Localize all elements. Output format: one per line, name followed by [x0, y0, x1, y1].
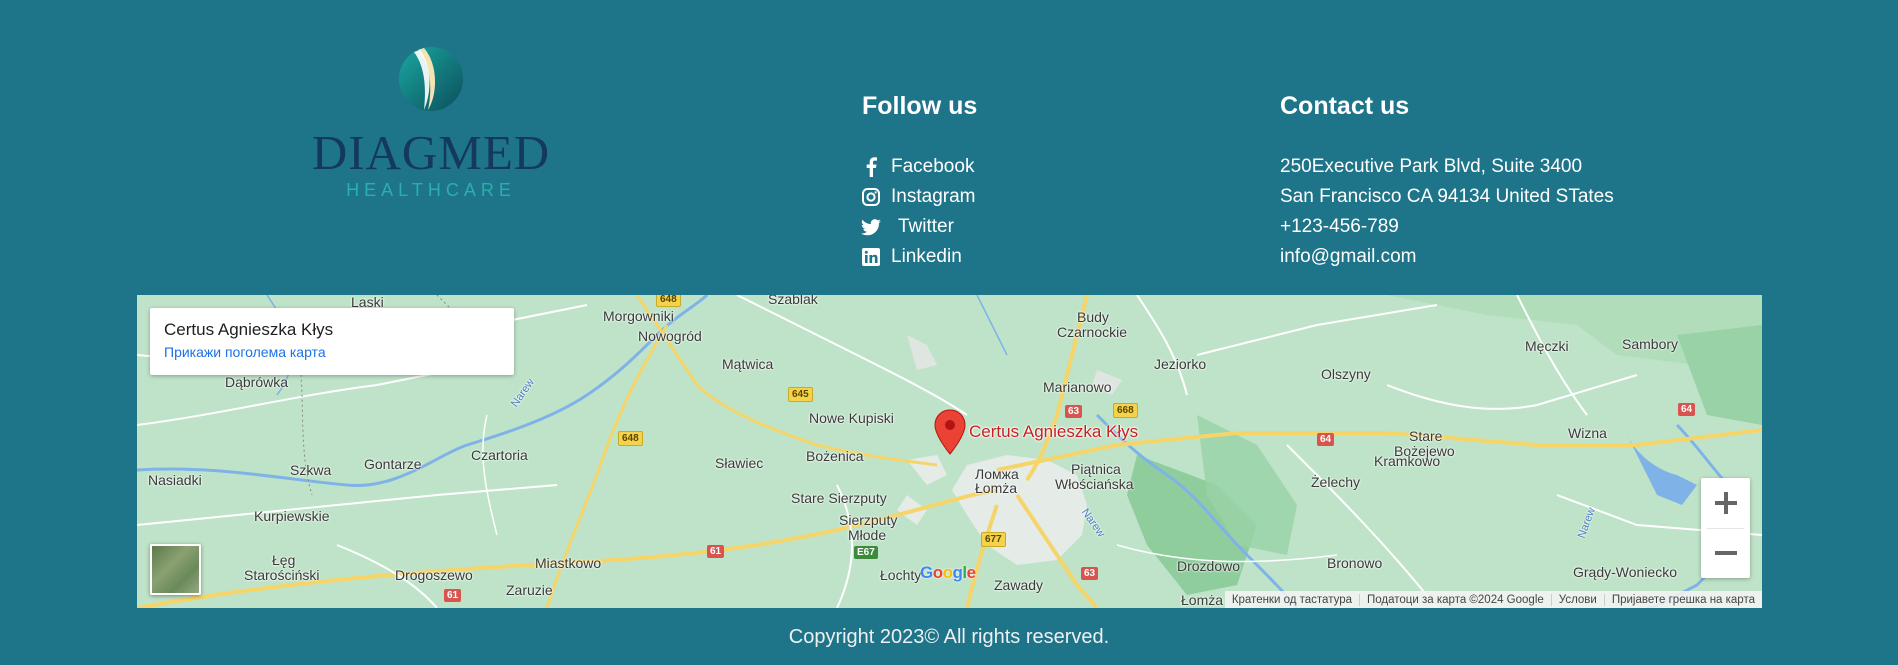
- road-number-badge: E67: [854, 546, 878, 559]
- social-links: Facebook Instagram Twitter Linkedin: [861, 152, 975, 272]
- map-label: Nasiadki: [148, 472, 202, 488]
- map-label: Mątwica: [722, 356, 774, 372]
- map-label: Bronowo: [1327, 555, 1383, 571]
- facebook-label: Facebook: [891, 156, 975, 177]
- social-link-instagram[interactable]: Instagram: [861, 182, 975, 212]
- map-label: Jeziorko: [1154, 356, 1207, 372]
- map-label: Czartoria: [471, 447, 528, 463]
- road-number-badge: 677: [981, 532, 1006, 547]
- zoom-controls: [1701, 478, 1750, 578]
- map-label: Zaruzie: [506, 582, 553, 598]
- view-larger-map-link[interactable]: Прикажи поголема карта: [164, 344, 326, 360]
- minus-icon: [1714, 551, 1737, 555]
- map-label: Szablak: [768, 295, 818, 307]
- map-label: Łochty: [880, 567, 922, 583]
- keyboard-shortcuts-link[interactable]: Кратенки од тастатура: [1225, 594, 1359, 606]
- zoom-out-button[interactable]: [1701, 528, 1750, 578]
- map-label: Nowe Kupiski: [809, 410, 894, 426]
- map-label: Włościańska: [1055, 476, 1134, 492]
- satellite-layer-button[interactable]: [150, 544, 201, 595]
- road-number-badge: 63: [1081, 567, 1099, 580]
- map-label: Grądy-Woniecko: [1573, 564, 1678, 580]
- road-number-badge: 64: [1678, 403, 1696, 416]
- road-number-badge: 61: [444, 589, 462, 602]
- map-label: Sambory: [1622, 336, 1679, 352]
- social-link-facebook[interactable]: Facebook: [861, 152, 975, 182]
- copyright-text: Copyright 2023© All rights reserved.: [788, 626, 1110, 648]
- twitter-label: Twitter: [898, 216, 954, 237]
- contact-address-line1: 250Executive Park Blvd, Suite 3400: [1280, 156, 1583, 177]
- map-label: Sławiec: [715, 455, 764, 471]
- map-label: Żelechy: [1311, 474, 1361, 490]
- instagram-label: Instagram: [891, 186, 976, 207]
- road-number-badge: 64: [1317, 433, 1335, 446]
- road-number-badge: 648: [618, 431, 643, 446]
- map-label: Kurpiewskie: [254, 508, 330, 524]
- map-label: Gontarze: [364, 456, 422, 472]
- map-label: Zawady: [994, 577, 1044, 593]
- report-error-link[interactable]: Пријавете грешка на карта: [1603, 593, 1762, 606]
- embedded-map[interactable]: Laski Morgowniki Szablak Nowogród Budy C…: [137, 295, 1762, 608]
- logo-mark-icon: [399, 47, 463, 111]
- linkedin-label: Linkedin: [891, 246, 962, 267]
- road-number-badge: 645: [788, 387, 813, 402]
- twitter-icon: [861, 217, 881, 237]
- social-link-linkedin[interactable]: Linkedin: [861, 242, 975, 272]
- map-label: Stare Sierzputy: [791, 490, 887, 506]
- google-logo: Google: [920, 563, 976, 582]
- map-label: Młode: [848, 527, 887, 543]
- map-label: Miastkowo: [535, 555, 602, 571]
- contact-address-line2: San Francisco CA 94134 United STates: [1280, 186, 1614, 207]
- road-number-badge: 63: [1065, 405, 1083, 418]
- road-number-badge: 668: [1113, 403, 1138, 418]
- facebook-icon: [861, 157, 881, 177]
- brand-logo[interactable]: DIAGMED HEALTHCARE: [300, 46, 562, 206]
- plus-icon: [1714, 492, 1737, 514]
- pin-label[interactable]: Certus Agnieszka Kłys: [969, 422, 1138, 442]
- location-pin-icon[interactable]: [933, 409, 967, 455]
- map-label: Starościński: [244, 567, 320, 583]
- map-label: Bożenica: [806, 448, 864, 464]
- follow-us-heading: Follow us: [862, 92, 978, 120]
- map-info-card: Certus Agnieszka Kłys Прикажи поголема к…: [150, 308, 514, 375]
- map-data-text: Податоци за карта ©2024 Google: [1359, 593, 1551, 606]
- map-label: Łomża: [975, 480, 1018, 496]
- map-label: Łomża: [1181, 592, 1224, 608]
- linkedin-icon: [861, 247, 881, 267]
- map-label: Wizna: [1568, 425, 1607, 441]
- contact-info: 250Executive Park Blvd, Suite 3400 San F…: [1280, 152, 1614, 272]
- map-label: Marianowo: [1043, 379, 1112, 395]
- map-label: Drogoszewo: [395, 567, 473, 583]
- road-number-badge: 61: [707, 545, 725, 558]
- map-label: Nowogród: [638, 328, 702, 344]
- map-label: Dąbrówka: [225, 374, 289, 390]
- map-label: Drozdowo: [1177, 558, 1241, 574]
- map-label: Olszyny: [1321, 366, 1371, 382]
- brand-name: DIAGMED: [311, 125, 551, 180]
- map-label: Szkwa: [290, 462, 332, 478]
- brand-tagline: HEALTHCARE: [346, 180, 516, 200]
- contact-email[interactable]: info@gmail.com: [1280, 242, 1614, 272]
- terms-link[interactable]: Услови: [1550, 593, 1604, 606]
- map-label: Męczki: [1525, 338, 1569, 354]
- zoom-in-button[interactable]: [1701, 478, 1750, 528]
- map-attribution: Кратенки од тастатура Податоци за карта …: [1224, 591, 1762, 608]
- map-label: Morgowniki: [603, 308, 674, 324]
- instagram-icon: [861, 187, 881, 207]
- contact-phone[interactable]: +123-456-789: [1280, 212, 1614, 242]
- contact-us-heading: Contact us: [1280, 92, 1410, 120]
- road-number-badge: 648: [656, 295, 681, 307]
- social-link-twitter[interactable]: Twitter: [861, 212, 975, 242]
- map-label: Czarnockie: [1057, 324, 1128, 340]
- map-place-title: Certus Agnieszka Kłys: [164, 320, 334, 339]
- map-label: Kramkowo: [1374, 453, 1441, 469]
